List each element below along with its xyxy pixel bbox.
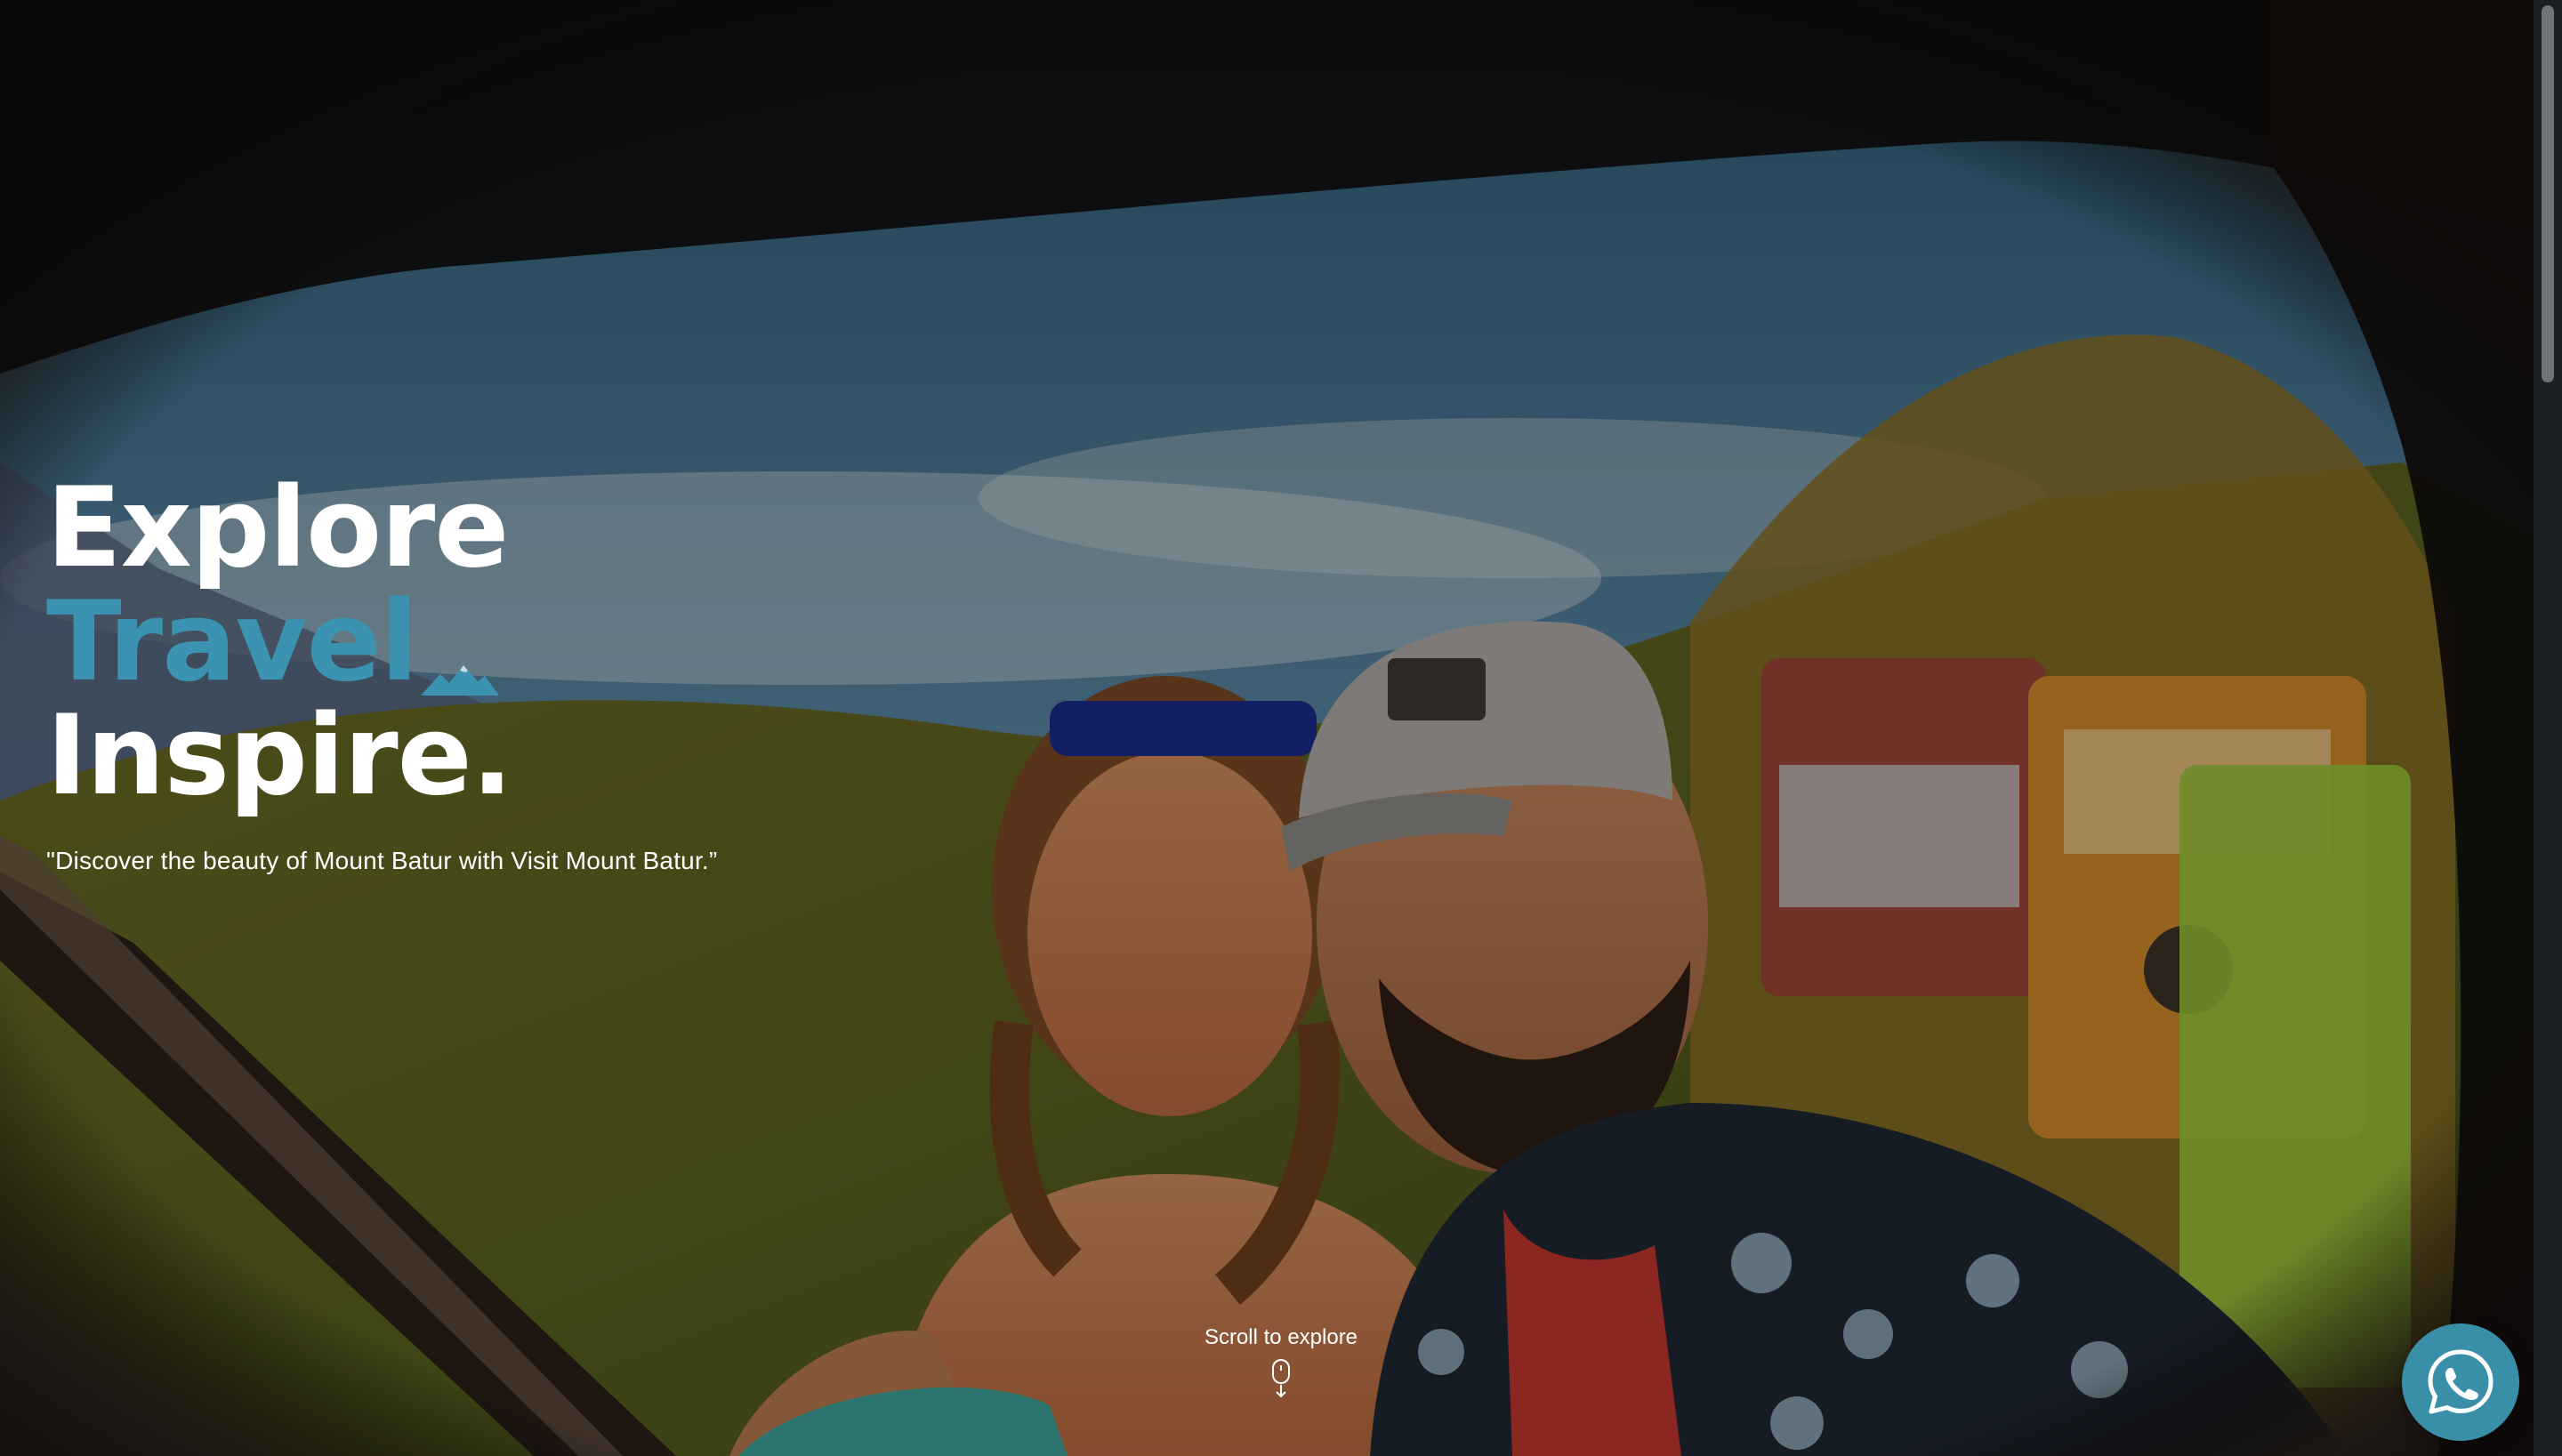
headline-travel: Travel: [46, 585, 500, 699]
mouse-scroll-icon: [1272, 1359, 1290, 1398]
headline-inspire: Inspire.: [46, 692, 513, 820]
headline-explore: Explore: [46, 464, 509, 592]
scrollbar-thumb[interactable]: [2542, 5, 2554, 382]
mountain-icon: [421, 665, 500, 696]
scroll-to-explore[interactable]: Scroll to explore: [1192, 1325, 1370, 1398]
headline-travel-text: Travel: [46, 578, 418, 706]
hero-content: Explore Travel Inspire. "Discover the be…: [46, 471, 1025, 900]
whatsapp-icon: [2428, 1349, 2494, 1414]
scroll-label: Scroll to explore: [1204, 1325, 1358, 1349]
whatsapp-button[interactable]: [2402, 1323, 2519, 1441]
page-scrollbar[interactable]: [2534, 0, 2562, 1456]
hero-tagline: "Discover the beauty of Mount Batur with…: [46, 847, 718, 874]
hero-section: Explore Travel Inspire. "Discover the be…: [0, 0, 2534, 1456]
